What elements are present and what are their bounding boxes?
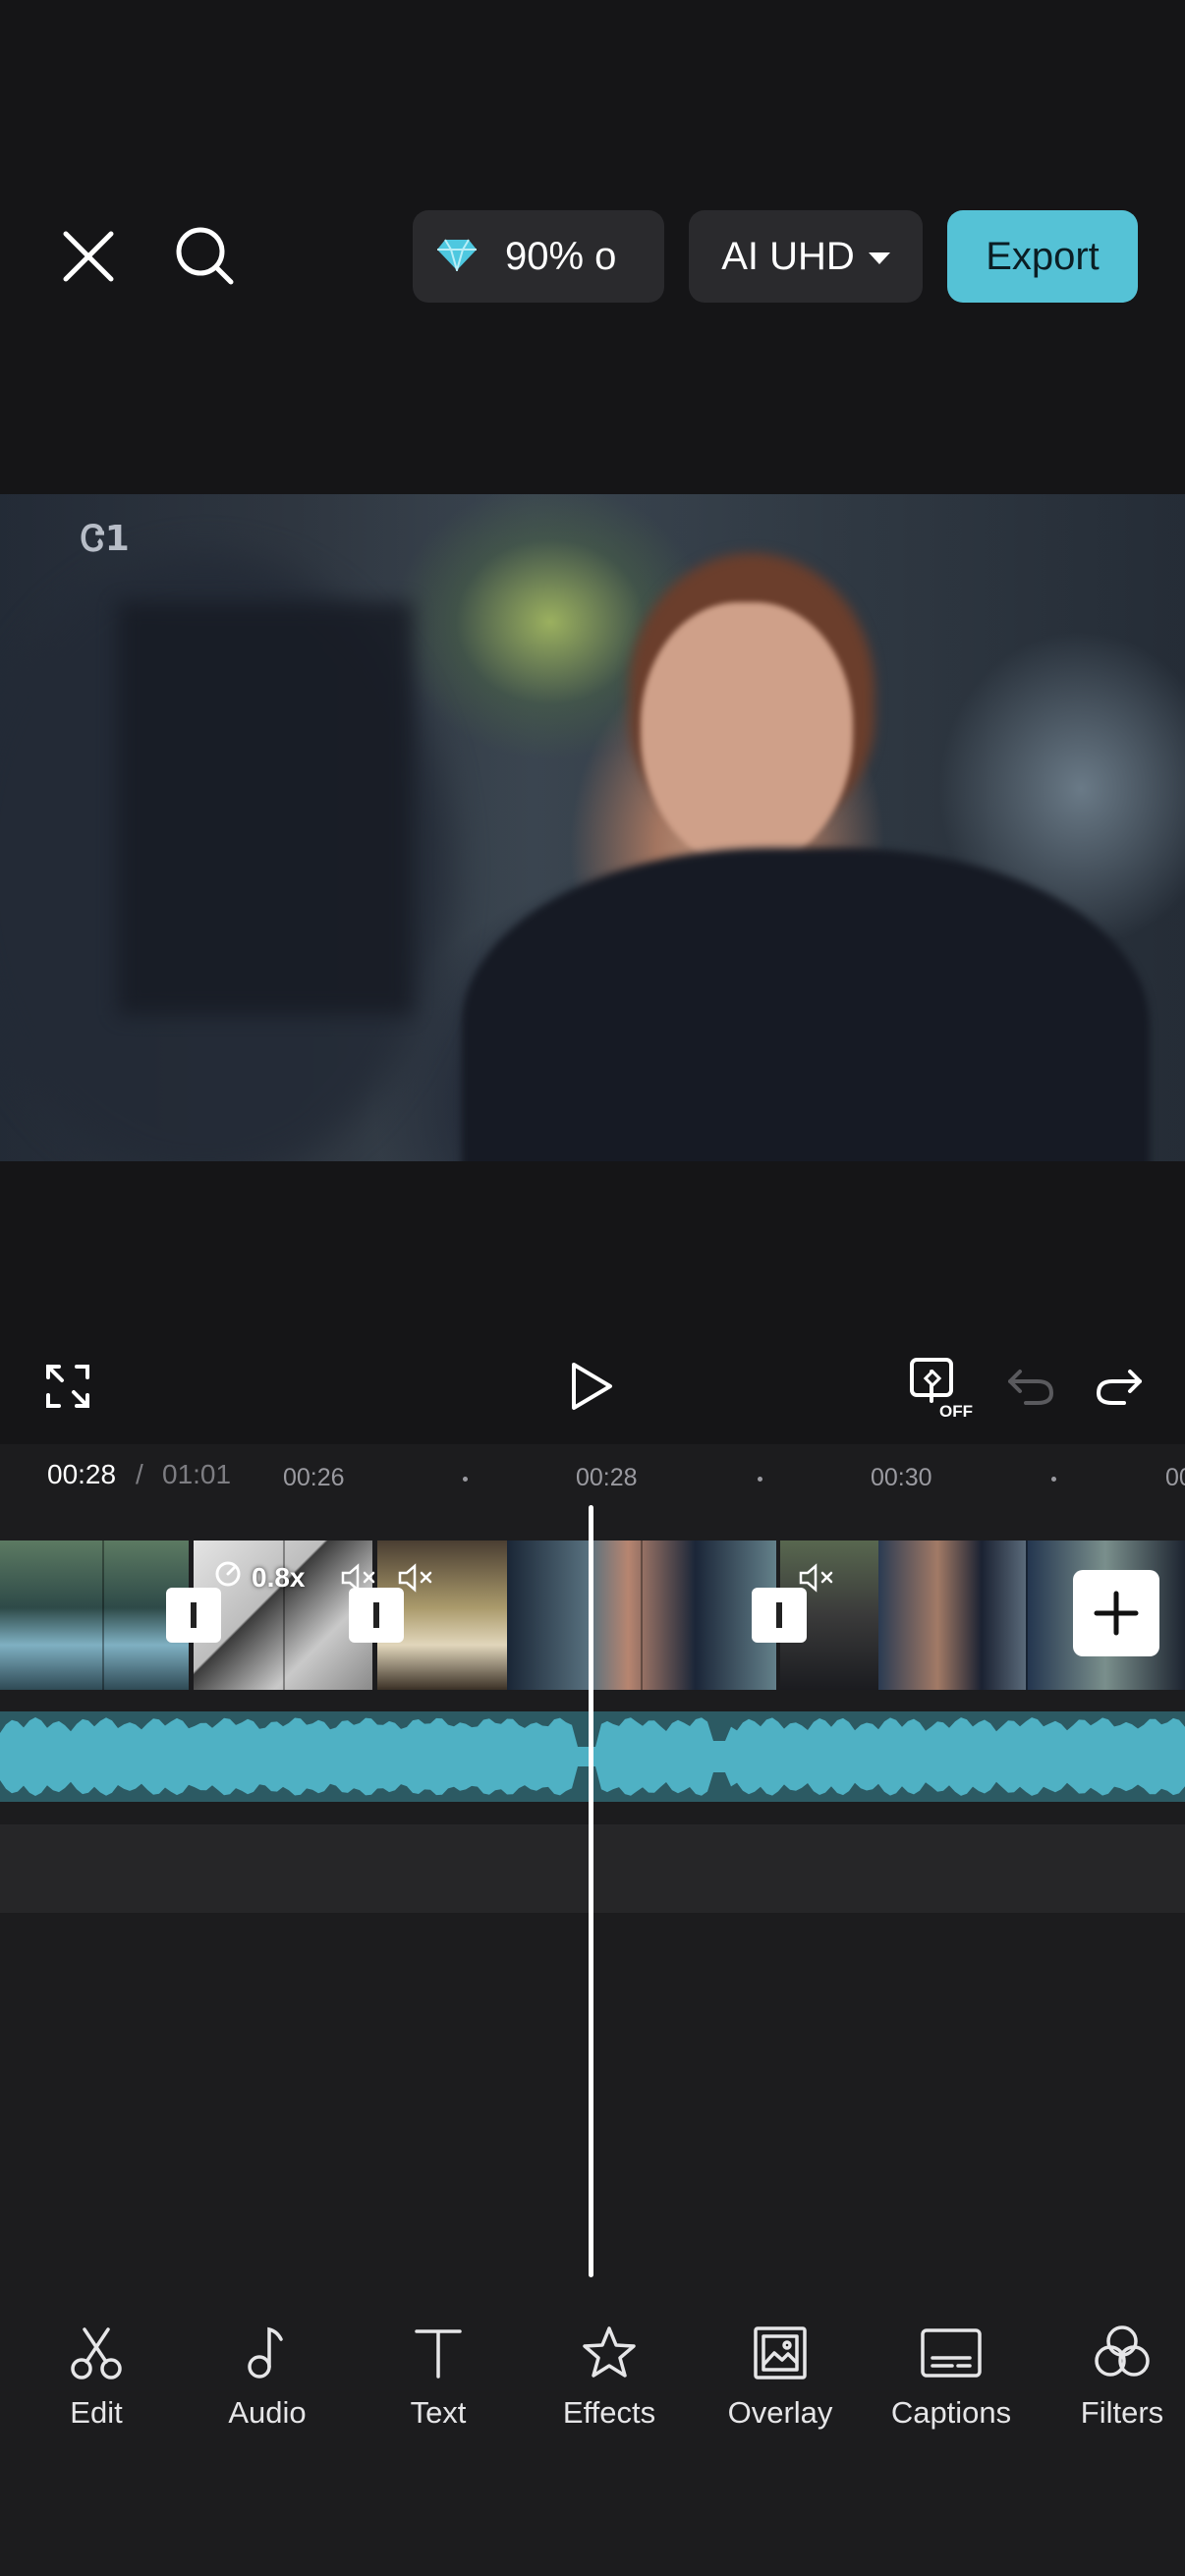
tool-overlay[interactable]: Overlay <box>706 2319 854 2446</box>
star-icon <box>580 2319 639 2387</box>
transition-icon <box>373 1602 379 1628</box>
timeline-tick: 00:28 <box>576 1464 638 1491</box>
captions-icon <box>920 2319 983 2387</box>
undo-icon[interactable] <box>1004 1366 1057 1409</box>
filters-icon <box>1091 2319 1154 2387</box>
speed-label: 0.8x <box>252 1561 306 1593</box>
frame-divider <box>641 1540 643 1690</box>
timeline-tick: 00:26 <box>283 1464 345 1491</box>
plus-icon <box>1094 1591 1139 1636</box>
pro-trial-badge[interactable]: 90% o <box>413 210 664 303</box>
total-time: 01:01 <box>162 1459 232 1489</box>
video-clip[interactable] <box>0 1540 189 1690</box>
timeline-tick: 00:30 <box>871 1464 932 1491</box>
tool-audio[interactable]: Audio <box>194 2319 341 2446</box>
redo-icon[interactable] <box>1093 1366 1146 1409</box>
close-icon[interactable] <box>57 222 120 291</box>
music-note-icon <box>238 2319 297 2387</box>
playhead[interactable] <box>589 1505 593 2277</box>
time-separator: / <box>136 1459 143 1489</box>
tool-captions[interactable]: Captions <box>877 2319 1025 2446</box>
tool-label: Edit <box>70 2395 123 2430</box>
transition-button[interactable] <box>752 1588 807 1643</box>
timeline-tick: 00 <box>1165 1464 1185 1491</box>
current-time: 00:28 <box>47 1459 117 1489</box>
tool-label: Overlay <box>727 2395 833 2430</box>
chevron-down-icon <box>868 252 890 264</box>
tool-filters[interactable]: Filters <box>1048 2319 1185 2446</box>
video-preview[interactable]: Ꮳ1 <box>0 494 1185 1161</box>
tool-label: Captions <box>890 2395 1012 2430</box>
search-icon[interactable] <box>169 220 242 293</box>
keyframe-off-icon[interactable]: OFF <box>908 1356 977 1419</box>
export-label: Export <box>986 234 1100 278</box>
play-icon[interactable] <box>568 1360 615 1413</box>
tool-label: Audio <box>228 2395 307 2430</box>
channel-logo: Ꮳ1 <box>81 519 130 559</box>
diamond-icon <box>436 238 478 276</box>
preview-body-shape <box>462 848 1150 1161</box>
transition-button[interactable] <box>166 1588 221 1643</box>
tool-label: Effects <box>562 2395 656 2430</box>
keyframe-state-label: OFF <box>939 1402 973 1419</box>
add-clip-button[interactable] <box>1073 1570 1159 1656</box>
transition-button[interactable] <box>349 1588 404 1643</box>
video-clip[interactable] <box>878 1540 1026 1690</box>
tool-label: Text <box>410 2395 467 2430</box>
export-button[interactable]: Export <box>947 210 1138 303</box>
preview-face-shape <box>641 602 853 868</box>
timeline-tick-dot <box>1051 1477 1056 1482</box>
transition-icon <box>191 1602 197 1628</box>
text-icon <box>409 2319 468 2387</box>
pro-badge-label: 90% o <box>505 234 617 278</box>
speed-badge: 0.8x <box>214 1560 306 1595</box>
timeline-tick-dot <box>758 1477 762 1482</box>
tool-effects[interactable]: Effects <box>536 2319 683 2446</box>
tool-label: Filters <box>1080 2395 1164 2430</box>
timeline-tick-dot <box>463 1477 468 1482</box>
preview-background-shape <box>118 602 413 1015</box>
frame-divider <box>102 1540 104 1690</box>
frame-divider <box>1026 1540 1028 1690</box>
scissors-icon <box>67 2319 126 2387</box>
transition-icon <box>776 1602 782 1628</box>
resolution-label: AI UHD <box>721 234 855 278</box>
resolution-dropdown[interactable]: AI UHD <box>689 210 923 303</box>
overlay-icon <box>751 2319 810 2387</box>
fullscreen-icon[interactable] <box>43 1362 92 1411</box>
tool-edit[interactable]: Edit <box>23 2319 170 2446</box>
tool-text[interactable]: Text <box>365 2319 512 2446</box>
